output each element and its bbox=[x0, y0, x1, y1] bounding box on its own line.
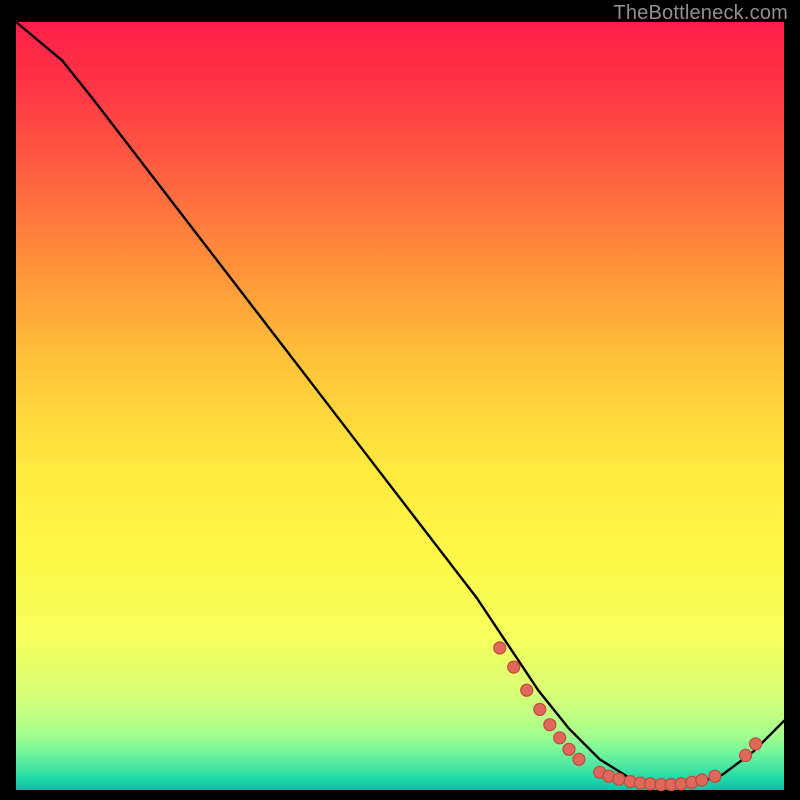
data-point bbox=[709, 770, 721, 782]
data-point bbox=[696, 774, 708, 786]
data-point bbox=[740, 749, 752, 761]
data-point bbox=[750, 738, 762, 750]
curve-line bbox=[16, 22, 784, 786]
data-point bbox=[613, 773, 625, 785]
data-point bbox=[554, 732, 566, 744]
data-point bbox=[494, 642, 506, 654]
data-point bbox=[508, 661, 520, 673]
chart-stage: TheBottleneck.com bbox=[0, 0, 800, 800]
data-point bbox=[675, 778, 687, 790]
data-point bbox=[534, 703, 546, 715]
data-point bbox=[544, 719, 556, 731]
data-point bbox=[521, 684, 533, 696]
annotation-dots bbox=[494, 642, 762, 791]
plot-area bbox=[16, 22, 784, 790]
data-point bbox=[573, 753, 585, 765]
data-point bbox=[563, 743, 575, 755]
chart-overlay bbox=[16, 22, 784, 790]
